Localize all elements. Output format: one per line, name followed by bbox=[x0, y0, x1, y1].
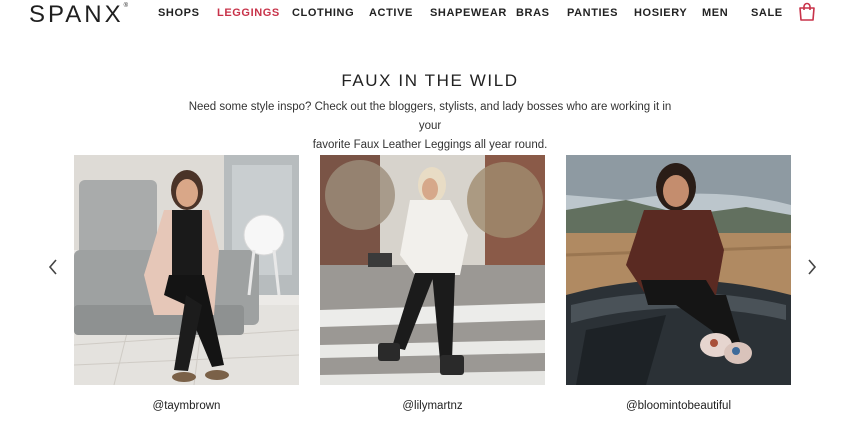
carousel-card[interactable]: @lilymartnz bbox=[320, 155, 545, 412]
nav-sale[interactable]: SALE bbox=[751, 7, 783, 19]
nav-hosiery[interactable]: HOSIERY bbox=[634, 7, 687, 19]
section-title: FAUX IN THE WILD bbox=[341, 71, 519, 90]
influencer-photo[interactable] bbox=[566, 155, 791, 385]
logo-text: SPANX bbox=[29, 1, 124, 28]
nav-active[interactable]: ACTIVE bbox=[369, 7, 413, 19]
nav-men[interactable]: MEN bbox=[702, 7, 728, 19]
nav-panties[interactable]: PANTIES bbox=[567, 7, 618, 19]
nav-shops[interactable]: SHOPS bbox=[158, 7, 200, 19]
spanx-logo[interactable]: SPANX® bbox=[29, 1, 128, 29]
subtitle-line-2: favorite Faux Leather Leggings all year … bbox=[312, 139, 548, 151]
nav-clothing[interactable]: CLOTHING bbox=[292, 7, 354, 19]
carousel-card[interactable]: @taymbrown bbox=[74, 155, 299, 412]
section-subtitle: Need some style inspo? Check out the blo… bbox=[180, 98, 680, 155]
influencer-handle[interactable]: @taymbrown bbox=[74, 400, 299, 412]
influencer-handle[interactable]: @lilymartnz bbox=[320, 400, 545, 412]
site-header: SPANX® SHOPS LEGGINGS CLOTHING ACTIVE SH… bbox=[0, 0, 860, 28]
influencer-handle[interactable]: @bloomintobeautiful bbox=[566, 400, 791, 412]
subtitle-line-1: Need some style inspo? Check out the blo… bbox=[188, 101, 672, 132]
nav-bras[interactable]: BRAS bbox=[516, 7, 550, 19]
chevron-left-icon[interactable] bbox=[47, 259, 59, 275]
registered-mark: ® bbox=[123, 3, 129, 9]
nav-shapewear[interactable]: SHAPEWEAR bbox=[430, 7, 507, 19]
influencer-photo[interactable] bbox=[320, 155, 545, 385]
carousel-card[interactable]: @bloomintobeautiful bbox=[566, 155, 791, 412]
nav-leggings[interactable]: LEGGINGS bbox=[217, 7, 280, 19]
influencer-photo[interactable] bbox=[74, 155, 299, 385]
chevron-right-icon[interactable] bbox=[806, 259, 818, 275]
shopping-bag-icon[interactable] bbox=[798, 2, 816, 21]
